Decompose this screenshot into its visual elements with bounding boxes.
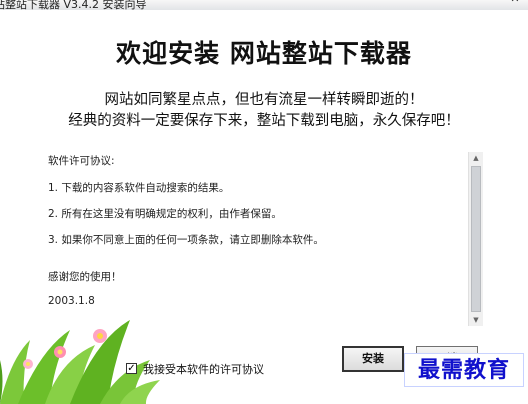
install-button[interactable]: 安装 xyxy=(342,346,404,372)
window-title: 站整站下载器 V3.4.2 安装向导 xyxy=(0,0,147,10)
license-item: 2. 所有在这里没有明确规定的权利，由作者保留。 xyxy=(48,208,282,220)
grass-flower-decoration xyxy=(0,320,160,404)
scroll-thumb[interactable] xyxy=(471,166,481,312)
subtitle-line-2: 经典的资料一定要保存下来，整站下载到电脑，永久保存吧！ xyxy=(68,113,460,129)
scroll-up-icon[interactable]: ▲ xyxy=(469,152,483,164)
subtitle-line-1: 网站如同繁星点点，但也有流星一样转瞬即逝的！ xyxy=(104,92,424,108)
license-heading: 软件许可协议: xyxy=(48,155,115,167)
license-thanks: 感谢您的使用！ xyxy=(48,271,122,283)
license-item: 3. 如果你不同意上面的任何一项条款，请立即删除本软件。 xyxy=(48,234,324,246)
title-bar: 站整站下载器 V3.4.2 安装向导 – ✕ xyxy=(0,0,528,10)
agree-checkbox[interactable]: ✓ xyxy=(126,363,137,374)
watermark-logo: 最需教育 xyxy=(404,353,524,387)
minimize-icon[interactable]: – xyxy=(486,0,504,6)
license-scrollbar[interactable]: ▲ ▼ xyxy=(468,152,483,326)
scroll-down-icon[interactable]: ▼ xyxy=(469,314,483,326)
license-text-area[interactable]: 软件许可协议: 1. 下载的内容系软件自动搜索的结果。 2. 所有在这里没有明确… xyxy=(48,153,458,323)
page-title: 欢迎安装 网站整站下载器 xyxy=(116,39,412,68)
close-icon[interactable]: ✕ xyxy=(506,0,524,6)
agree-label[interactable]: 我接受本软件的许可协议 xyxy=(143,361,264,377)
license-item: 1. 下载的内容系软件自动搜索的结果。 xyxy=(48,182,230,194)
